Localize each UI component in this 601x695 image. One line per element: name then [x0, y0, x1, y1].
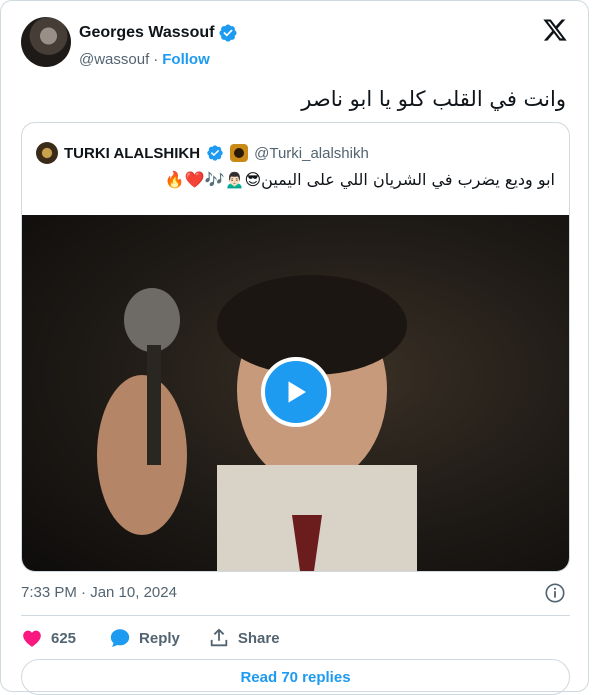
author-block: Georges Wassouf @wassouf · Follow: [79, 23, 238, 68]
quote-author-name[interactable]: TURKI ALALSHIKH: [64, 145, 200, 162]
info-icon[interactable]: [544, 582, 566, 604]
quote-avatar[interactable]: [36, 142, 58, 164]
author-name[interactable]: Georges Wassouf: [79, 24, 214, 42]
affiliate-badge-icon: [230, 144, 249, 162]
video-player[interactable]: [22, 215, 569, 571]
play-button[interactable]: [261, 357, 331, 427]
quote-text: ابو وديع يضرب في الشريان اللي على اليمين…: [164, 170, 555, 189]
play-icon: [288, 381, 306, 403]
tweet-text: وانت في القلب كلو يا ابو ناصر: [301, 87, 566, 111]
action-bar: 625 Reply Share: [21, 627, 280, 649]
follow-button[interactable]: Follow: [162, 51, 210, 68]
share-label: Share: [237, 629, 280, 647]
tweet-timestamp[interactable]: 7:33 PM · Jan 10, 2024: [21, 584, 177, 601]
quoted-tweet[interactable]: TURKI ALALSHIKH @Turki_alalshikh ابو ودي…: [21, 122, 570, 572]
reply-label: Reply: [139, 629, 180, 647]
tweet-card: Georges Wassouf @wassouf · Follow وانت ف…: [0, 0, 589, 695]
x-logo-icon[interactable]: [542, 17, 568, 43]
heart-icon: [23, 630, 41, 647]
handle-separator: ·: [153, 51, 159, 68]
like-button[interactable]: 625: [21, 627, 76, 649]
reply-bubble-icon: [110, 629, 130, 648]
share-button[interactable]: Share: [208, 627, 280, 649]
verified-badge-icon: [219, 24, 237, 42]
read-replies-button[interactable]: Read 70 replies: [21, 659, 570, 695]
verified-badge-icon: [207, 145, 223, 161]
author-avatar[interactable]: [21, 17, 71, 67]
like-count: 625: [51, 629, 77, 647]
quote-header: TURKI ALALSHIKH @Turki_alalshikh: [36, 142, 369, 164]
quote-author-handle[interactable]: @Turki_alalshikh: [254, 145, 369, 162]
reply-button[interactable]: Reply: [109, 627, 180, 649]
share-icon: [210, 628, 228, 647]
divider: [21, 615, 570, 616]
author-handle[interactable]: @wassouf: [79, 51, 149, 68]
